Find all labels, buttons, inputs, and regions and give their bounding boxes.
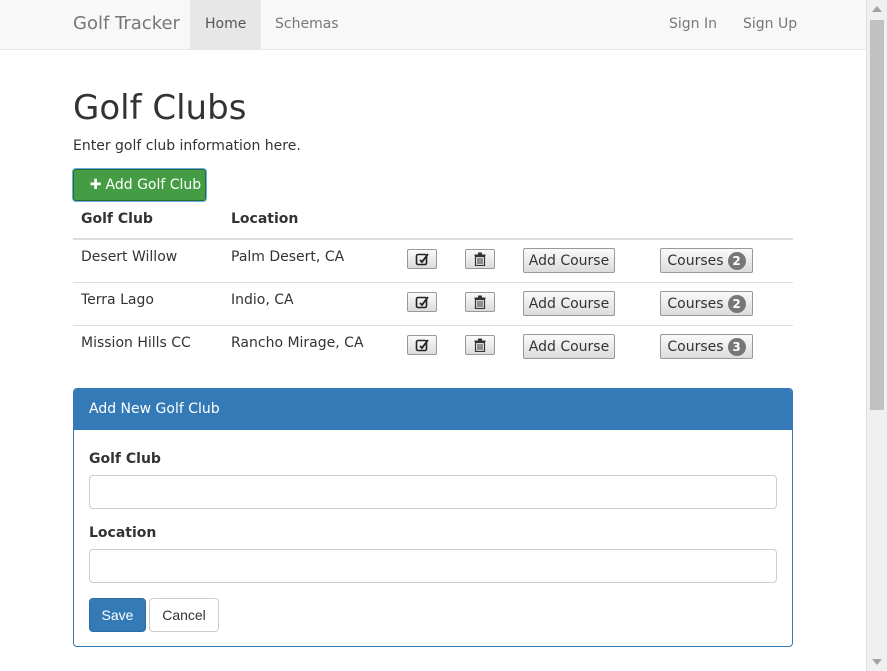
add-course-button[interactable]: Add Course xyxy=(523,291,615,316)
save-button[interactable]: Save xyxy=(89,598,146,632)
club-location: Indio, CA xyxy=(231,292,294,308)
scroll-thumb[interactable] xyxy=(870,20,884,410)
trash-icon xyxy=(474,338,486,352)
courses-label: Courses xyxy=(667,252,724,269)
club-name: Desert Willow xyxy=(81,249,178,265)
edit-button[interactable] xyxy=(407,292,437,312)
add-golf-club-label: Add Golf Club xyxy=(105,177,202,193)
col-header-golf-club: Golf Club xyxy=(81,211,153,227)
add-golf-club-button[interactable]: ✚ Add Golf Club xyxy=(73,169,206,201)
club-name: Mission Hills CC xyxy=(81,335,191,351)
nav-sign-in[interactable]: Sign In xyxy=(654,0,732,49)
golf-club-label: Golf Club xyxy=(89,451,161,467)
col-header-location: Location xyxy=(231,211,299,227)
club-location: Palm Desert, CA xyxy=(231,249,345,265)
edit-icon xyxy=(415,253,429,266)
location-label: Location xyxy=(89,525,157,541)
edit-icon xyxy=(415,339,429,352)
courses-button[interactable]: Courses 2 xyxy=(660,248,753,273)
scroll-down-arrow[interactable] xyxy=(872,659,882,665)
scroll-up-arrow[interactable] xyxy=(872,6,882,12)
edit-icon xyxy=(415,296,429,309)
courses-label: Courses xyxy=(667,338,724,355)
courses-label: Courses xyxy=(667,295,724,312)
row-divider xyxy=(73,282,793,283)
courses-button[interactable]: Courses 3 xyxy=(660,334,753,359)
nav-home[interactable]: Home xyxy=(190,0,262,49)
panel-heading: Add New Golf Club xyxy=(74,389,792,430)
table-header-divider xyxy=(73,238,793,240)
vertical-scrollbar[interactable] xyxy=(866,0,887,671)
add-golf-club-panel: Add New Golf Club Golf Club Location Sav… xyxy=(73,388,793,647)
club-location: Rancho Mirage, CA xyxy=(231,335,364,351)
delete-button[interactable] xyxy=(465,335,495,355)
trash-icon xyxy=(474,295,486,309)
location-input[interactable] xyxy=(89,549,777,583)
delete-button[interactable] xyxy=(465,249,495,269)
edit-button[interactable] xyxy=(407,249,437,269)
delete-button[interactable] xyxy=(465,292,495,312)
add-course-button[interactable]: Add Course xyxy=(523,334,615,359)
nav-sign-up[interactable]: Sign Up xyxy=(728,0,812,49)
nav-schemas[interactable]: Schemas xyxy=(260,0,354,49)
cancel-button[interactable]: Cancel xyxy=(149,598,219,632)
courses-button[interactable]: Courses 2 xyxy=(660,291,753,316)
courses-count-badge: 2 xyxy=(727,251,746,270)
courses-count-badge: 2 xyxy=(727,294,746,313)
add-course-button[interactable]: Add Course xyxy=(523,248,615,273)
courses-count-badge: 3 xyxy=(727,337,746,356)
trash-icon xyxy=(474,252,486,266)
edit-button[interactable] xyxy=(407,335,437,355)
page-title: Golf Clubs xyxy=(73,88,247,128)
club-name: Terra Lago xyxy=(81,292,154,308)
golf-club-input[interactable] xyxy=(89,475,777,509)
brand[interactable]: Golf Tracker xyxy=(73,13,180,34)
navbar: Golf Tracker Home Schemas Sign In Sign U… xyxy=(0,0,866,50)
row-divider xyxy=(73,325,793,326)
plus-icon: ✚ xyxy=(89,177,102,193)
page-lead: Enter golf club information here. xyxy=(73,138,301,154)
